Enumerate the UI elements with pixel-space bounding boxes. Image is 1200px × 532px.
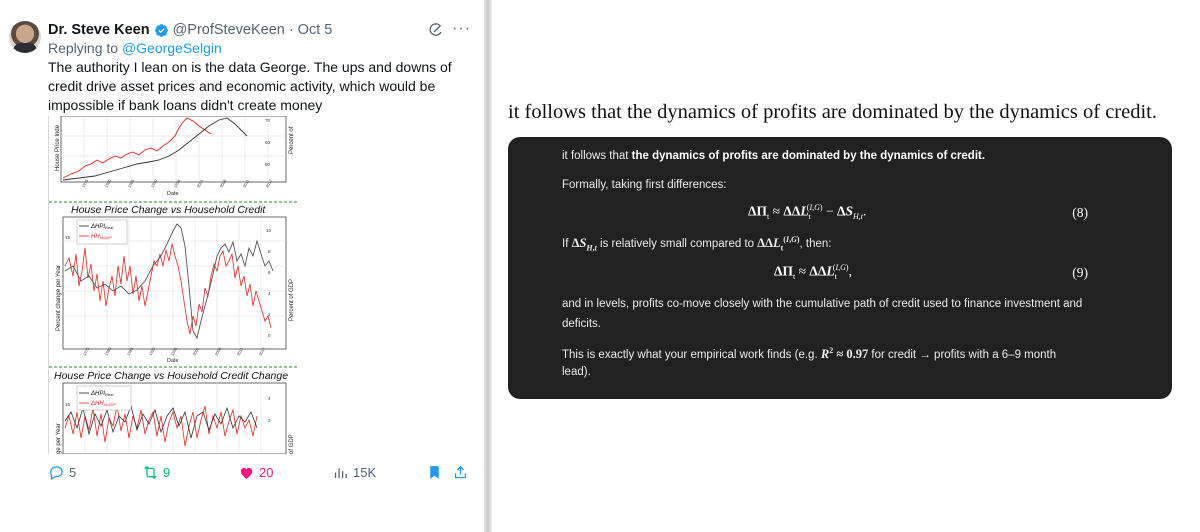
retweet-count: 9 bbox=[163, 465, 171, 480]
replying-to-line: Replying to @GeorgeSelgin bbox=[48, 40, 222, 56]
chart-collage: House Price Inde Percent of 70 60 50 197… bbox=[49, 116, 298, 454]
author-avatar[interactable] bbox=[9, 21, 41, 53]
reply-button[interactable]: 5 bbox=[48, 464, 76, 481]
views-button[interactable]: 15K bbox=[332, 464, 376, 481]
author-name[interactable]: Dr. Steve Keen bbox=[48, 22, 150, 38]
middle-ylabel-left: Percent change per Year bbox=[56, 265, 62, 331]
views-chart-icon bbox=[334, 468, 347, 479]
middle-ylabel-right: Percent of GDP bbox=[289, 279, 295, 321]
like-count: 20 bbox=[259, 465, 274, 480]
card-line-5: This is exactly what your empirical work… bbox=[562, 346, 1057, 362]
middle-xlabel: Date bbox=[167, 358, 179, 364]
card-line-5b: lead). bbox=[562, 366, 591, 378]
middle-ytick-right-0: 10 bbox=[266, 228, 272, 233]
middle-chart: House Price Change vs Household Credit Δ… bbox=[49, 201, 298, 364]
replying-prefix: Replying to bbox=[48, 40, 119, 56]
retweet-icon bbox=[144, 465, 157, 480]
replying-to-mention[interactable]: @GeorgeSelgin bbox=[122, 40, 222, 56]
bottom-chart: House Price Change vs Household Credit C… bbox=[49, 366, 298, 454]
right-pane: it follows that the dynamics of profits … bbox=[492, 0, 1200, 532]
top-ytick-right-2: 50 bbox=[265, 162, 271, 167]
card-line-1-bold: the dynamics of profits are dominated by… bbox=[631, 150, 986, 162]
card-line-3-suffix: , then: bbox=[799, 238, 832, 251]
bottom-legend-hpi: ΔHPIReal bbox=[90, 391, 113, 397]
bookmark-icon bbox=[430, 466, 439, 479]
r2-value: 0.97 bbox=[846, 347, 869, 362]
verified-badge-icon bbox=[154, 23, 168, 37]
tweet[interactable]: Dr. Steve Keen @ProfSteveKeen · Oct 5 ··… bbox=[0, 0, 488, 532]
more-options-icon[interactable]: ··· bbox=[452, 20, 471, 38]
top-ylabel-right: Percent of bbox=[289, 126, 295, 154]
like-button[interactable]: 20 bbox=[238, 464, 273, 481]
middle-legend-hpi: ΔHPIReal bbox=[90, 224, 113, 230]
bottom-legend-hh: ΔHH%GDP bbox=[90, 401, 116, 407]
top-xlabel: Date bbox=[167, 191, 179, 197]
equation-8: ΔΠt ≈ ΔΔLt(I,G) − ΔSH,t. bbox=[748, 203, 867, 222]
arrow-icon: → bbox=[919, 349, 931, 362]
bookmark-button[interactable] bbox=[426, 464, 443, 481]
share-icon bbox=[454, 465, 467, 479]
tweet-action-bar: 5 9 20 15K bbox=[48, 464, 473, 484]
card-line-5-mid: for credit bbox=[871, 349, 917, 362]
headline-text: it follows that the dynamics of profits … bbox=[508, 101, 1158, 123]
retweet-button[interactable]: 9 bbox=[142, 464, 170, 481]
card-line-2: Formally, taking first differences: bbox=[562, 179, 727, 191]
card-line-1: it follows that the dynamics of profits … bbox=[562, 150, 985, 162]
tweet-date[interactable]: Oct 5 bbox=[298, 22, 333, 38]
reply-icon bbox=[50, 466, 63, 481]
heart-icon bbox=[240, 467, 253, 479]
bottom-ylabel-right: of GDP bbox=[289, 434, 295, 454]
bottom-chart-title: House Price Change vs Household Credit C… bbox=[54, 370, 288, 382]
share-button[interactable] bbox=[452, 464, 469, 481]
tweet-header: Dr. Steve Keen @ProfSteveKeen · Oct 5 bbox=[48, 20, 332, 40]
top-ytick-right-1: 60 bbox=[265, 140, 271, 145]
card-line-1-plain: it follows that bbox=[562, 150, 632, 162]
reply-count: 5 bbox=[69, 465, 77, 480]
top-ylabel-left: House Price Inde bbox=[55, 124, 61, 171]
views-count: 15K bbox=[353, 465, 377, 480]
card-line-5-prefix: This is exactly what your empirical work… bbox=[562, 349, 818, 362]
top-ytick-right-0: 70 bbox=[265, 118, 271, 123]
card-line-4b: deficits. bbox=[562, 318, 601, 330]
grok-icon[interactable] bbox=[428, 22, 444, 38]
bottom-ytick-left-0: 15 bbox=[65, 402, 71, 407]
equation-9: ΔΠt ≈ ΔΔLt(I,G), bbox=[774, 263, 852, 282]
card-line-3: If ΔSH,t is relatively small compared to… bbox=[562, 235, 832, 253]
equation-8-number: (8) bbox=[1072, 205, 1088, 220]
middle-ytick-left-0: 15 bbox=[65, 235, 71, 240]
tweet-text: The authority I lean on is the data Geor… bbox=[48, 59, 452, 113]
bottom-ylabel-left: ge per Year bbox=[56, 423, 62, 454]
equation-9-number: (9) bbox=[1072, 265, 1088, 280]
tweet-media-image[interactable]: House Price Inde Percent of 70 60 50 197… bbox=[48, 116, 298, 454]
card-line-4a: and in levels, profits co-move closely w… bbox=[562, 298, 1083, 310]
author-handle[interactable]: @ProfSteveKeen bbox=[173, 22, 285, 38]
chat-response-card: it follows that the dynamics of profits … bbox=[508, 137, 1172, 399]
card-line-3-prefix: If bbox=[562, 238, 569, 251]
pane-divider[interactable] bbox=[484, 0, 492, 532]
top-chart: House Price Inde Percent of 70 60 50 197… bbox=[55, 116, 295, 197]
middle-legend-hh: HH%GDP bbox=[91, 234, 112, 240]
separator-dot: · bbox=[288, 22, 294, 38]
middle-chart-title: House Price Change vs Household Credit bbox=[71, 204, 266, 216]
card-line-5-end: profits with a 6–9 month bbox=[934, 349, 1057, 362]
